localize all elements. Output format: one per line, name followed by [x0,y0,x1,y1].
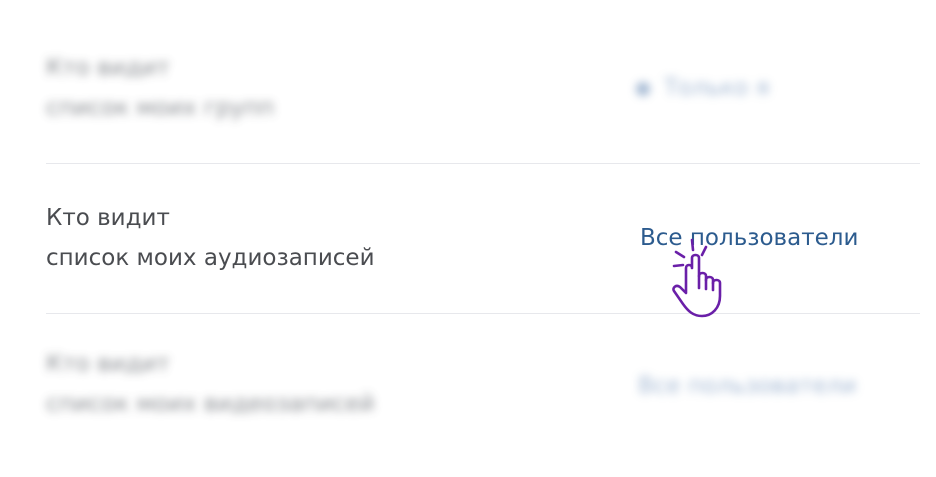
row-label-line2: список моих групп [46,95,275,121]
privacy-value-dropdown[interactable]: Все пользователи [640,218,858,258]
privacy-value-dropdown[interactable]: Только я [636,68,770,108]
row-label-line2: список моих видеозаписей [46,391,375,417]
row-label: Кто видит список моих аудиозаписей [46,198,375,278]
row-label: Кто видит список моих групп [46,48,274,128]
privacy-row-groups: Кто видит список моих групп Только я [46,48,920,138]
row-label: Кто видит список моих видеозаписей [46,344,375,424]
divider [46,313,920,314]
privacy-row-video: Кто видит список моих видеозаписей Все п… [46,344,920,434]
row-label-line1: Кто видит [46,55,170,81]
privacy-value-text: Только я [664,75,770,101]
privacy-settings-panel: Кто видит список моих групп Только я Кто… [0,0,936,477]
row-label-line1: Кто видит [46,351,170,377]
privacy-row-audio: Кто видит список моих аудиозаписей Все п… [46,198,920,288]
row-label-line1: Кто видит [46,205,170,231]
gear-icon [636,81,650,96]
divider [46,163,920,164]
privacy-value-dropdown[interactable]: Все пользователи [638,366,856,406]
row-label-line2: список моих аудиозаписей [46,245,375,271]
